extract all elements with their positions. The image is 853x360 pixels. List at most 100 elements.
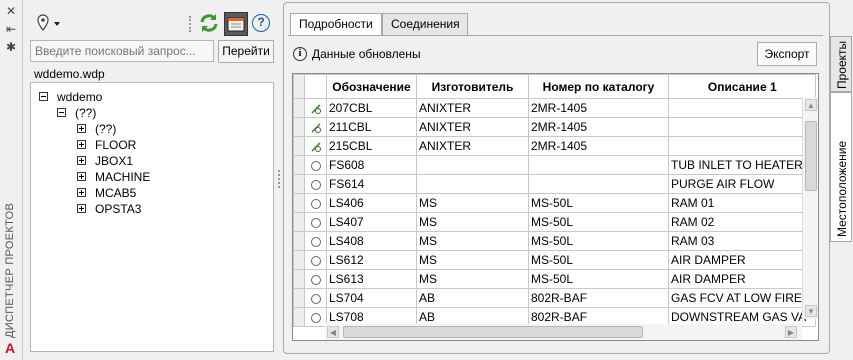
vertical-scroll-thumb[interactable] (805, 121, 817, 191)
column-header-manufacturer[interactable]: Изготовитель (416, 74, 529, 99)
cell-catalog[interactable] (528, 174, 669, 194)
row-selector[interactable] (293, 98, 305, 118)
collapse-icon[interactable] (39, 92, 48, 102)
tree-node-child[interactable]: MACHINE (77, 169, 150, 185)
table-row[interactable]: FS614 PURGE AIR FLOW (293, 174, 817, 194)
row-icon-cell[interactable] (304, 117, 327, 137)
expand-icon[interactable] (77, 140, 86, 150)
export-button[interactable]: Экспорт (757, 42, 817, 66)
expand-icon[interactable] (77, 124, 86, 134)
table-row[interactable]: 215CBL ANIXTER 2MR-1405 (293, 136, 817, 156)
row-icon-cell[interactable] (304, 98, 327, 118)
scroll-left-icon[interactable]: ◀ (327, 326, 339, 338)
row-selector[interactable] (293, 155, 305, 175)
tree-node-child[interactable]: (??) (77, 121, 116, 137)
scroll-right-icon[interactable]: ▶ (785, 326, 797, 338)
cell-catalog[interactable]: MS-50L (528, 269, 669, 289)
cell-description[interactable]: AIR DAMPER (667, 269, 817, 289)
close-icon[interactable]: ✕ (4, 4, 18, 18)
row-icon-cell[interactable] (304, 288, 327, 308)
cell-catalog[interactable]: 2MR-1405 (528, 98, 669, 118)
cell-manufacturer[interactable]: AB (416, 288, 529, 308)
cell-manufacturer[interactable]: MS (416, 231, 529, 251)
expand-icon[interactable] (77, 204, 86, 214)
table-row[interactable]: LS704 AB 802R-BAF GAS FCV AT LOW FIRE (293, 288, 817, 308)
properties-icon[interactable]: ✱ (4, 40, 18, 54)
cell-manufacturer[interactable] (416, 155, 529, 175)
cell-catalog[interactable]: MS-50L (528, 193, 669, 213)
row-icon-cell[interactable] (304, 212, 327, 232)
project-settings-button[interactable] (224, 12, 248, 36)
row-icon-cell[interactable] (304, 136, 327, 156)
collapse-icon[interactable] (57, 108, 66, 118)
horizontal-scroll-thumb[interactable] (343, 326, 643, 338)
column-header-description[interactable]: Описание 1 (667, 74, 817, 99)
cell-description[interactable]: TUB INLET TO HEATER F (667, 155, 817, 175)
tree-node-root[interactable]: wddemo (39, 89, 102, 105)
cell-description[interactable]: GAS FCV AT LOW FIRE (667, 288, 817, 308)
tree-node-child[interactable]: OPSTA3 (77, 201, 141, 217)
row-icon-cell[interactable] (304, 193, 327, 213)
cell-tag[interactable]: 211CBL (326, 117, 417, 137)
column-header-tag[interactable]: Обозначение (326, 74, 417, 99)
row-icon-cell[interactable] (304, 174, 327, 194)
cell-tag[interactable]: LS704 (326, 288, 417, 308)
row-selector[interactable] (293, 193, 305, 213)
vertical-scrollbar[interactable]: ▲ ▼ (802, 97, 818, 319)
cell-tag[interactable]: 207CBL (326, 98, 417, 118)
table-row[interactable]: LS408 MS MS-50L RAM 03 (293, 231, 817, 251)
tree-node-group[interactable]: (??) (57, 105, 96, 121)
table-row[interactable]: LS406 MS MS-50L RAM 01 (293, 193, 817, 213)
row-icon-cell[interactable] (304, 231, 327, 251)
cell-tag[interactable]: LS613 (326, 269, 417, 289)
tab-details[interactable]: Подробности (290, 13, 382, 36)
horizontal-scrollbar[interactable]: ◀ ▶ (325, 324, 802, 340)
refresh-button[interactable] (198, 12, 220, 34)
row-icon-cell[interactable] (304, 269, 327, 289)
cell-description[interactable]: AIR DAMPER (667, 250, 817, 270)
column-header-catalog[interactable]: Номер по каталогу (528, 74, 669, 99)
cell-manufacturer[interactable] (416, 174, 529, 194)
cell-tag[interactable]: LS612 (326, 250, 417, 270)
row-icon-cell[interactable] (304, 307, 327, 327)
grid-corner[interactable] (293, 74, 305, 99)
row-icon-cell[interactable] (304, 155, 327, 175)
cell-catalog[interactable] (528, 155, 669, 175)
row-icon-cell[interactable] (304, 250, 327, 270)
cell-description[interactable] (667, 117, 817, 137)
search-input[interactable] (30, 40, 214, 62)
scroll-up-icon[interactable]: ▲ (805, 99, 817, 111)
row-selector[interactable] (293, 117, 305, 137)
cell-catalog[interactable]: MS-50L (528, 231, 669, 251)
row-selector[interactable] (293, 250, 305, 270)
cell-tag[interactable]: LS407 (326, 212, 417, 232)
cell-tag[interactable]: LS406 (326, 193, 417, 213)
cell-manufacturer[interactable]: MS (416, 269, 529, 289)
row-selector[interactable] (293, 212, 305, 232)
cell-manufacturer[interactable]: ANIXTER (416, 98, 529, 118)
tab-location[interactable]: Местоположение (830, 92, 852, 242)
tree-node-child[interactable]: MCAB5 (77, 185, 136, 201)
help-icon[interactable]: ? (252, 14, 270, 32)
tree-node-child[interactable]: JBOX1 (77, 153, 133, 169)
row-selector[interactable] (293, 174, 305, 194)
cell-description[interactable]: RAM 01 (667, 193, 817, 213)
icon-column-header[interactable] (304, 74, 327, 99)
table-row[interactable]: LS613 MS MS-50L AIR DAMPER (293, 269, 817, 289)
cell-catalog[interactable]: MS-50L (528, 250, 669, 270)
cell-catalog[interactable]: 802R-BAF (528, 288, 669, 308)
cell-manufacturer[interactable]: MS (416, 193, 529, 213)
row-selector[interactable] (293, 269, 305, 289)
table-row[interactable]: LS612 MS MS-50L AIR DAMPER (293, 250, 817, 270)
table-row[interactable]: 211CBL ANIXTER 2MR-1405 (293, 117, 817, 137)
cell-tag[interactable]: FS614 (326, 174, 417, 194)
table-row[interactable]: LS407 MS MS-50L RAM 02 (293, 212, 817, 232)
cell-manufacturer[interactable]: ANIXTER (416, 136, 529, 156)
auto-hide-icon[interactable]: ⇤ (4, 22, 18, 36)
row-selector[interactable] (293, 231, 305, 251)
tree-node-child[interactable]: FLOOR (77, 137, 136, 153)
cell-catalog[interactable]: 2MR-1405 (528, 136, 669, 156)
cell-description[interactable]: RAM 02 (667, 212, 817, 232)
cell-catalog[interactable]: MS-50L (528, 212, 669, 232)
location-pin-dropdown[interactable] (34, 12, 64, 34)
